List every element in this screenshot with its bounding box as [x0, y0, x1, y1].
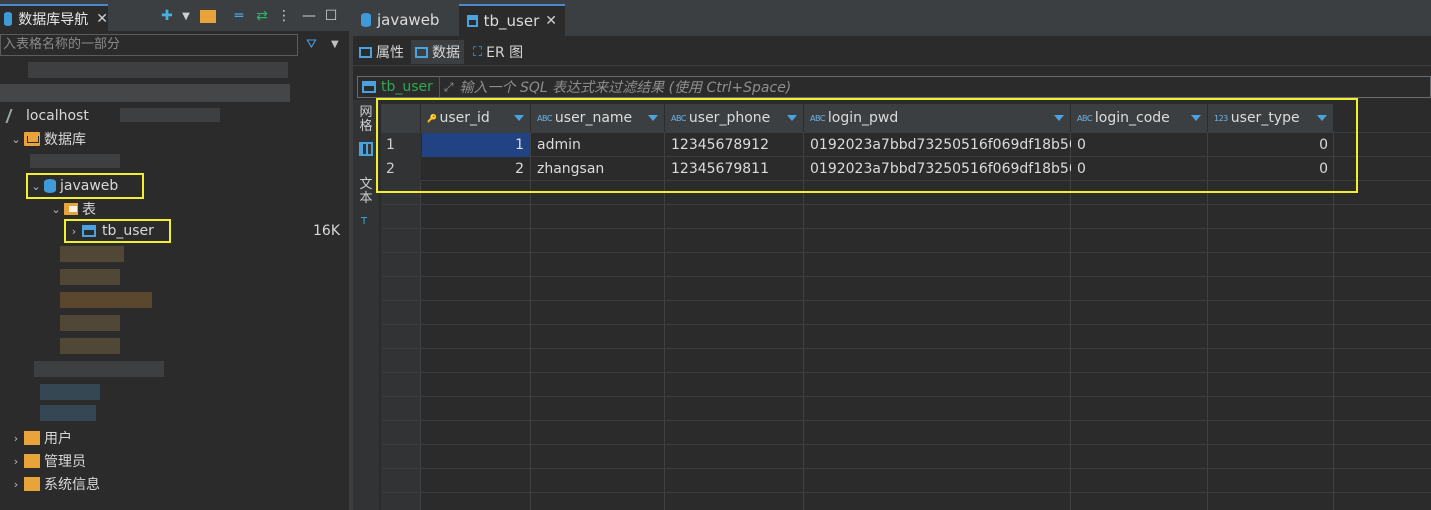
tree-node-users[interactable]: › 用户 — [10, 427, 72, 449]
navigator-tab[interactable]: 数据库导航 ✕ — [0, 4, 108, 32]
grid-view-icon[interactable] — [359, 142, 373, 156]
row-divider — [381, 324, 1431, 325]
blurred-row — [60, 315, 120, 331]
navigator-tab-label: 数据库导航 — [18, 12, 89, 28]
database-icon — [4, 12, 13, 26]
row-divider — [381, 252, 1431, 253]
row-divider — [381, 300, 1431, 301]
row-divider — [381, 492, 1431, 493]
tree-label-tables: 表 — [82, 202, 96, 218]
subtab-label: ER 图 — [486, 45, 524, 61]
blurred-row — [120, 108, 220, 122]
minimize-icon[interactable]: — — [302, 6, 316, 26]
filter-table-label: tb_user — [358, 77, 440, 97]
row-divider — [381, 228, 1431, 229]
tree-label-admins: 管理员 — [44, 454, 86, 470]
tree-label-sysinfo: 系统信息 — [44, 477, 100, 493]
highlight-box-tb-user — [64, 219, 171, 243]
blurred-row — [34, 361, 164, 377]
table-icon — [467, 15, 478, 27]
row-divider — [381, 420, 1431, 421]
blurred-row — [60, 338, 120, 354]
chevron-right-icon[interactable]: › — [10, 478, 22, 491]
view-tab-text[interactable]: 文本 — [359, 178, 373, 206]
row-divider — [381, 444, 1431, 445]
highlight-box-results — [376, 98, 1358, 193]
row-divider — [381, 204, 1431, 205]
tree-node-admins[interactable]: › 管理员 — [10, 450, 86, 472]
row-divider — [381, 468, 1431, 469]
blurred-row — [60, 269, 120, 285]
users-icon — [24, 431, 40, 445]
chevron-down-icon[interactable]: ⌄ — [50, 203, 62, 216]
subtab-properties[interactable]: 属性 — [355, 40, 408, 64]
tree-label-users: 用户 — [44, 431, 72, 447]
dropdown-arrow-icon[interactable]: ▼ — [180, 6, 192, 26]
blurred-row — [30, 154, 120, 168]
info-icon — [24, 477, 40, 491]
table-editor: javaweb tb_user ✕ 属性 数据 ⛶ ER 图 tb_user ⤢… — [353, 0, 1431, 510]
new-connection-icon[interactable]: ✚ — [156, 6, 178, 26]
data-icon — [415, 46, 428, 58]
subtab-label: 数据 — [432, 45, 460, 61]
blurred-row — [60, 246, 124, 262]
expand-icon[interactable]: ⤢ — [444, 80, 454, 95]
tree-label-localhost: localhost — [26, 108, 89, 124]
folder-icon[interactable] — [198, 6, 218, 26]
menu-icon[interactable]: ⋮ — [277, 6, 291, 26]
subtab-er-diagram[interactable]: ⛶ ER 图 — [469, 40, 527, 64]
table-filter-input[interactable]: 入表格名称的一部分 — [0, 34, 298, 56]
collapse-icon[interactable]: ═ — [230, 6, 248, 26]
text-view-icon[interactable]: T — [361, 216, 367, 227]
tree-node-tables[interactable]: ⌄ 表 — [50, 198, 96, 220]
subtab-label: 属性 — [376, 45, 404, 61]
maximize-icon[interactable]: ☐ — [324, 6, 338, 26]
tab-tb-user[interactable]: tb_user ✕ — [459, 4, 565, 36]
navigator-tabbar: 数据库导航 ✕ ✚ ▼ ═ ⇄ ⋮ — ☐ — [0, 0, 349, 32]
editor-subtabbar: 属性 数据 ⛶ ER 图 — [353, 36, 1431, 66]
properties-icon — [359, 46, 372, 58]
er-diagram-icon: ⛶ — [473, 44, 483, 60]
sql-filter-input[interactable]: 输入一个 SQL 表达式来过滤结果 (使用 Ctrl+Space) — [454, 77, 792, 97]
sql-filter-bar[interactable]: tb_user ⤢ 输入一个 SQL 表达式来过滤结果 (使用 Ctrl+Spa… — [357, 76, 1431, 98]
row-divider — [381, 396, 1431, 397]
subtab-data[interactable]: 数据 — [411, 40, 464, 64]
chevron-right-icon[interactable]: › — [10, 432, 22, 445]
chevron-right-icon[interactable]: › — [10, 455, 22, 468]
editor-tabbar: javaweb tb_user ✕ — [353, 0, 1431, 36]
table-icon — [362, 81, 376, 93]
database-icon — [361, 13, 371, 27]
blurred-row — [28, 62, 288, 78]
blurred-row — [60, 292, 152, 308]
tree-node-localhost[interactable]: localhost — [5, 105, 89, 127]
table-size-label: 16K — [313, 223, 340, 239]
blurred-row — [40, 405, 96, 421]
chevron-down-icon[interactable]: ⌄ — [10, 133, 22, 146]
tab-label: javaweb — [377, 11, 440, 29]
folder-icon — [24, 132, 40, 146]
blurred-row — [40, 384, 100, 400]
tree-node-databases[interactable]: ⌄ 数据库 — [10, 128, 86, 150]
filter-table-name: tb_user — [381, 79, 433, 95]
admins-icon — [24, 454, 40, 468]
connection-icon — [5, 109, 25, 123]
filter-icon[interactable]: ⛛ — [306, 37, 317, 52]
view-tab-grid[interactable]: 网格 — [359, 106, 373, 134]
blurred-row — [0, 84, 290, 102]
row-divider — [381, 372, 1431, 373]
row-divider — [381, 348, 1431, 349]
database-navigator-panel: 数据库导航 ✕ ✚ ▼ ═ ⇄ ⋮ — ☐ 入表格名称的一部分 ⛛ ▼ loca… — [0, 0, 349, 510]
chevron-down-icon[interactable]: ▼ — [331, 39, 339, 50]
highlight-box-javaweb — [26, 173, 144, 199]
tables-icon — [64, 203, 78, 215]
tree-label-databases: 数据库 — [44, 132, 86, 148]
tab-javaweb[interactable]: javaweb — [353, 4, 457, 36]
close-icon[interactable]: ✕ — [545, 13, 557, 29]
close-icon[interactable]: ✕ — [96, 11, 108, 27]
link-icon[interactable]: ⇄ — [252, 6, 272, 26]
tab-label: tb_user — [483, 12, 540, 30]
row-divider — [381, 276, 1431, 277]
tree-node-sysinfo[interactable]: › 系统信息 — [10, 473, 100, 495]
